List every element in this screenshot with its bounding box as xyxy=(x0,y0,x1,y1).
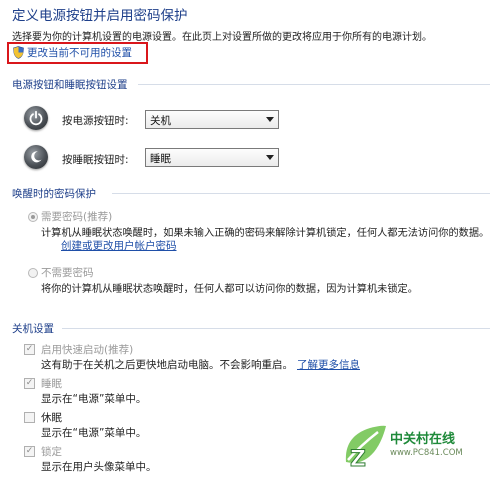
lock-option-label: 锁定 xyxy=(41,446,62,458)
no-password-desc: 将你的计算机从睡眠状态唤醒时，任何人都可以访问你的数据，因为计算机未锁定。 xyxy=(41,284,418,295)
hibernate-option-desc: 显示在“电源”菜单中。 xyxy=(41,427,147,439)
wake-section-heading: 唤醒时的密码保护 xyxy=(12,186,96,201)
wake-section-divider xyxy=(112,193,490,194)
fast-startup-label: 启用快速启动(推荐) xyxy=(41,344,134,356)
sleep-button-select[interactable]: 睡眠 xyxy=(145,148,279,167)
power-section-heading: 电源按钮和睡眠按钮设置 xyxy=(12,77,128,92)
shutdown-section-heading-text: 关机设置 xyxy=(12,323,54,335)
power-button-select[interactable]: 关机 xyxy=(145,110,279,129)
sleep-option-desc: 显示在“电源”菜单中。 xyxy=(41,393,147,405)
sleep-button-label: 按睡眠按钮时: xyxy=(62,154,129,166)
sleep-button-icon xyxy=(24,145,48,169)
require-password-label: 需要密码(推荐) xyxy=(41,211,113,223)
sleep-button-select-value: 睡眠 xyxy=(150,153,171,165)
require-password-radio[interactable] xyxy=(28,212,38,222)
sleep-checkbox[interactable]: ✓ xyxy=(24,378,35,389)
sleep-option-label: 睡眠 xyxy=(41,378,62,390)
hibernate-checkbox[interactable] xyxy=(24,412,35,423)
wake-section-heading-text: 唤醒时的密码保护 xyxy=(12,188,96,200)
lock-option-desc: 显示在用户头像菜单中。 xyxy=(41,461,157,473)
create-password-link[interactable]: 创建或更改用户帐户密码 xyxy=(61,238,177,253)
learn-more-link[interactable]: 了解更多信息 xyxy=(297,359,360,371)
no-password-radio[interactable] xyxy=(28,268,38,278)
watermark-cn-text: 中关村在线 xyxy=(390,432,456,447)
change-settings-label: 更改当前不可用的设置 xyxy=(27,47,132,59)
hibernate-option-label: 休眠 xyxy=(41,412,62,424)
page-title: 定义电源按钮并启用密码保护 xyxy=(12,8,188,24)
require-password-desc: 计算机从睡眠状态唤醒时，如果未输入正确的密码来解除计算机锁定，任何人都无法访问你… xyxy=(41,228,490,239)
power-button-icon xyxy=(24,106,48,130)
shutdown-section-divider xyxy=(62,328,490,329)
power-button-label: 按电源按钮时: xyxy=(62,115,129,127)
no-password-label: 不需要密码 xyxy=(41,267,94,279)
power-section-heading-text: 电源按钮和睡眠按钮设置 xyxy=(12,79,128,91)
fast-startup-desc: 这有助于在关机之后更快地启动电脑。不会影响重启。 xyxy=(41,359,293,371)
watermark-url-text: www.PC841.COM xyxy=(390,448,463,458)
chevron-down-icon xyxy=(266,155,274,160)
power-section-divider xyxy=(138,84,490,85)
fast-startup-checkbox[interactable]: ✓ xyxy=(24,344,35,355)
shutdown-section-heading: 关机设置 xyxy=(12,321,54,336)
page-description: 选择要为你的计算机设置的电源设置。在此页上对设置所做的更改将应用于你所有的电源计… xyxy=(12,32,432,43)
fast-startup-desc-row: 这有助于在关机之后更快地启动电脑。不会影响重启。 了解更多信息 xyxy=(41,357,360,372)
change-settings-link[interactable]: 更改当前不可用的设置 xyxy=(13,45,132,60)
shield-icon xyxy=(13,46,24,59)
leaf-logo-icon: Z xyxy=(345,425,386,473)
chevron-down-icon xyxy=(266,117,274,122)
watermark-logo: Z 中关村在线 www.PC841.COM xyxy=(340,420,496,476)
svg-text:Z: Z xyxy=(350,447,366,472)
lock-checkbox[interactable]: ✓ xyxy=(24,446,35,457)
power-button-select-value: 关机 xyxy=(150,115,171,127)
